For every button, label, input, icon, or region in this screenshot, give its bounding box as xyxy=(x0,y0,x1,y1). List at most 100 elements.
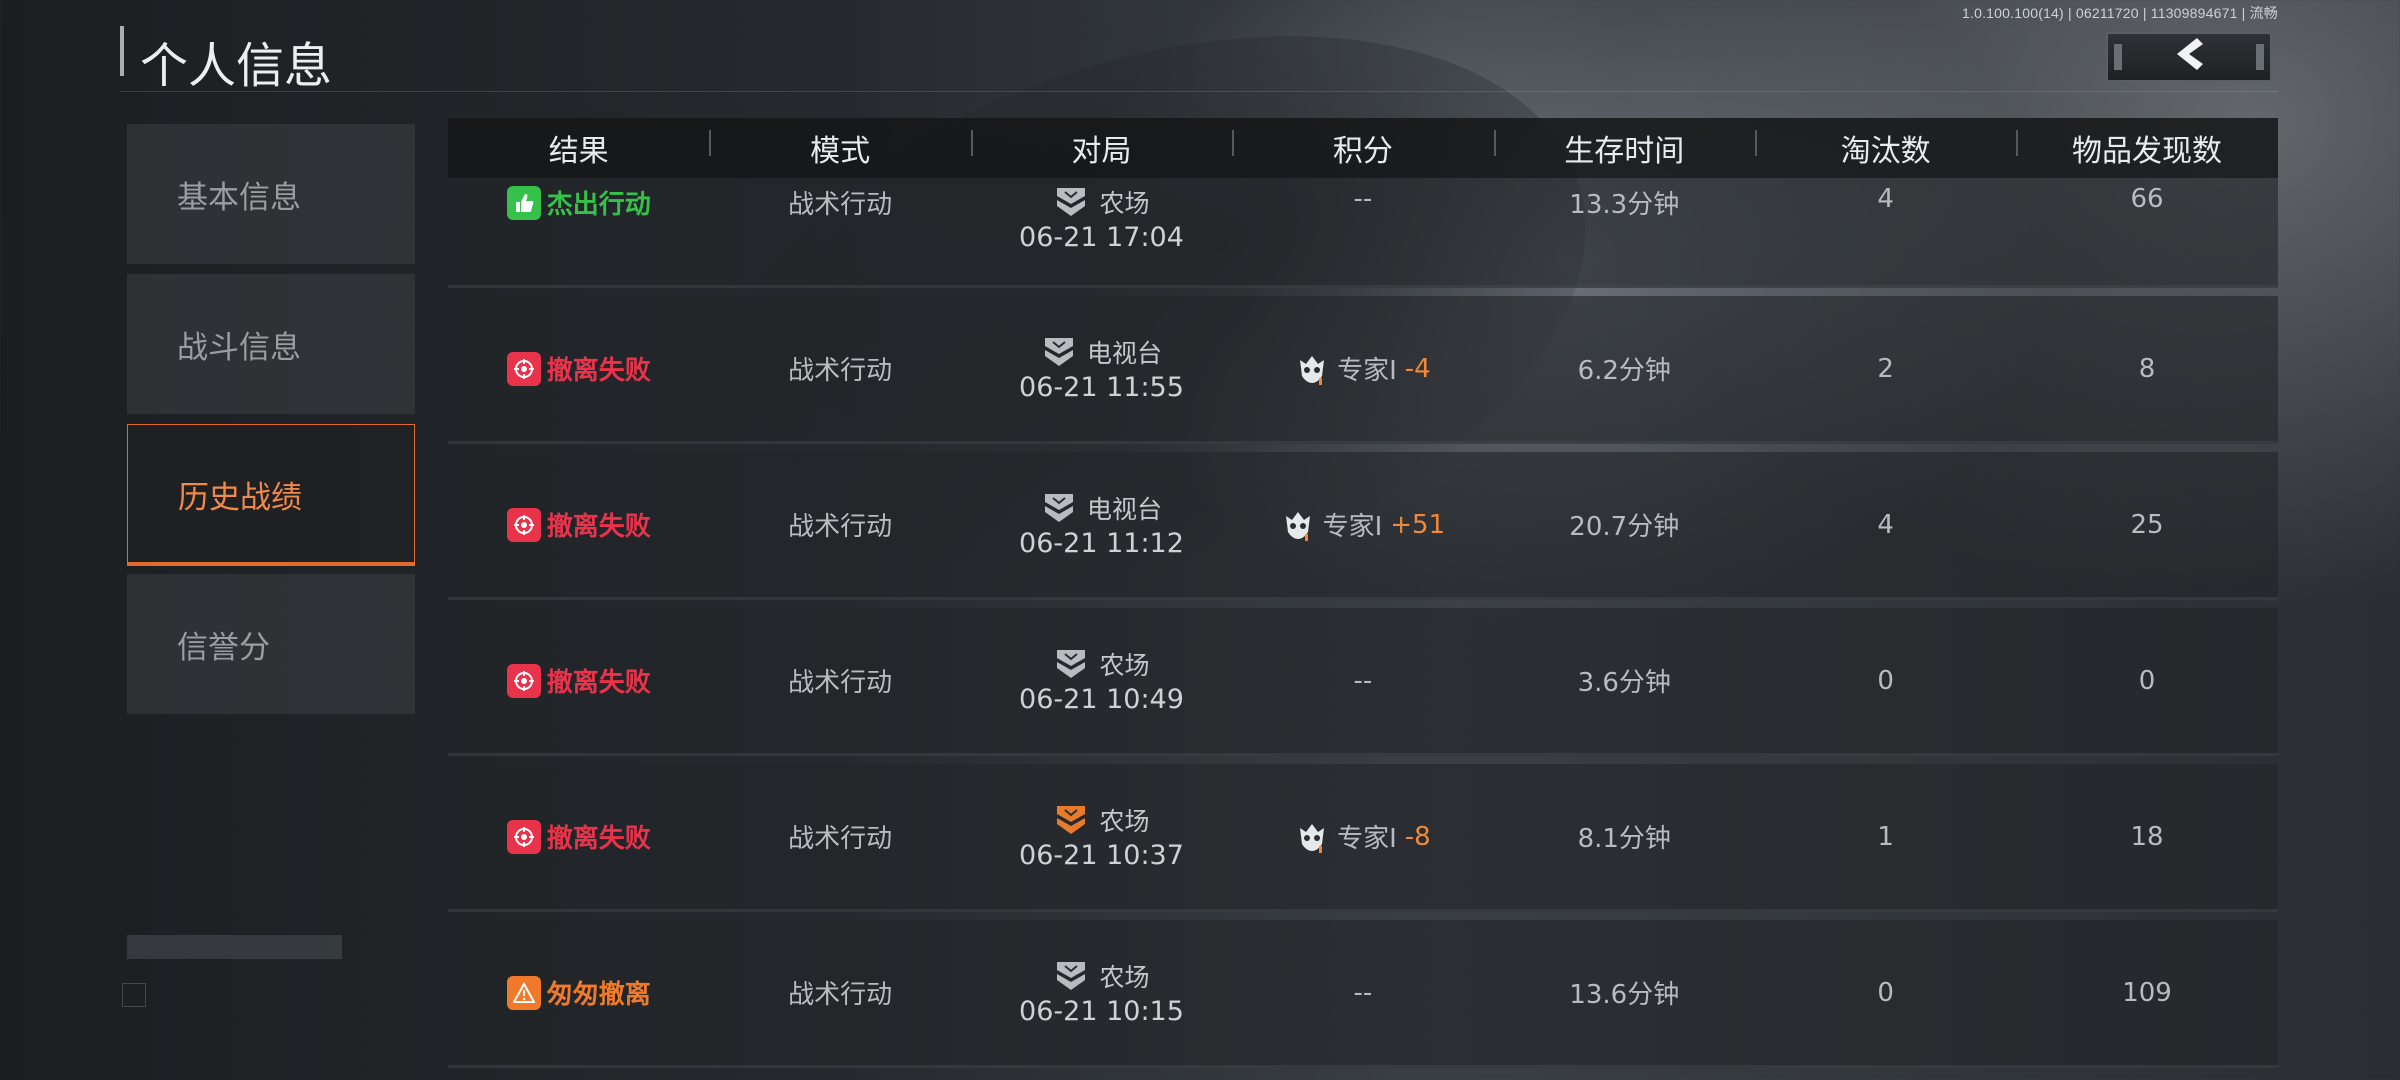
sidebar-item-credit-score[interactable]: 信誉分 xyxy=(127,574,415,714)
map-difficulty-icon xyxy=(1053,184,1089,220)
mode-cell: 战术行动 xyxy=(788,668,893,698)
sidebar-item-label: 基本信息 xyxy=(177,179,301,216)
score-column: 专家I +51 xyxy=(1232,506,1493,543)
mode-cell: 战术行动 xyxy=(788,824,893,854)
result-cell: 撤离失败 xyxy=(448,350,709,387)
column-header: 物品发现数 xyxy=(2016,126,2277,170)
survival-cell: 13.3分钟 xyxy=(1569,190,1680,220)
match-time: 06-21 10:15 xyxy=(1019,996,1184,1027)
table-row[interactable]: 撤离失败 战术行动 农场 06-21 10:37 专家I -8 8.1分钟 1 18 xyxy=(448,764,2278,912)
fail-icon xyxy=(506,663,541,698)
match-cell: 农场 06-21 10:15 xyxy=(971,958,1232,1027)
mode-cell: 战术行动 xyxy=(788,512,893,542)
kills-cell: 4 xyxy=(1877,509,1894,540)
sidebar-item-match-history[interactable]: 历史战绩 xyxy=(127,424,415,566)
items-cell: 18 xyxy=(2130,821,2164,852)
rank-mask-icon xyxy=(1295,352,1329,386)
survival-cell: 13.6分钟 xyxy=(1569,980,1680,1010)
items-cell: 66 xyxy=(2130,184,2164,214)
score-cell: -- xyxy=(1232,184,1493,214)
table-row[interactable]: 撤离失败 战术行动 电视台 06-21 11:12 专家I +51 20.7分钟 4 25 xyxy=(448,452,2278,600)
button-notch xyxy=(2256,44,2264,70)
survival-cell: 6.2分钟 xyxy=(1577,356,1671,386)
page-header: 个人信息 xyxy=(120,22,2278,94)
sidebar-item-basic-info[interactable]: 基本信息 xyxy=(127,124,415,264)
map-name: 电视台 xyxy=(1086,495,1162,524)
score-empty: -- xyxy=(1353,977,1373,1008)
score-delta: +51 xyxy=(1390,509,1446,540)
sidebar: 基本信息 战斗信息 历史战绩 信誉分 xyxy=(127,124,415,724)
score-column: 专家I -8 xyxy=(1232,818,1493,855)
map-name: 农场 xyxy=(1099,189,1150,218)
column-header: 积分 xyxy=(1232,126,1493,170)
result-label: 匆匆撤离 xyxy=(546,980,651,1010)
kills-cell: 2 xyxy=(1877,353,1894,384)
map-name: 农场 xyxy=(1099,807,1150,836)
page-title: 个人信息 xyxy=(140,38,333,94)
table-header: 结果 模式 对局 积分 生存时间 淘汰数 物品发现数 xyxy=(448,118,2278,178)
score-empty: -- xyxy=(1353,184,1373,214)
survival-cell: 8.1分钟 xyxy=(1577,824,1671,854)
score-column: -- xyxy=(1232,978,1493,1008)
column-header: 结果 xyxy=(548,134,609,169)
mode-cell: 战术行动 xyxy=(788,980,893,1010)
thumbs-up-icon xyxy=(506,185,541,220)
map-name: 农场 xyxy=(1099,963,1150,992)
score-cell: 专家I -8 xyxy=(1232,818,1493,855)
survival-cell: 3.6分钟 xyxy=(1577,668,1671,698)
result-cell: 撤离失败 xyxy=(448,818,709,855)
table-row[interactable]: 撤离失败 战术行动 电视台 06-21 11:55 专家I -4 6.2分钟 2 8 xyxy=(448,296,2278,444)
score-column: 专家I -4 xyxy=(1232,350,1493,387)
score-delta: -4 xyxy=(1404,353,1431,384)
warning-icon xyxy=(506,975,541,1010)
mode-cell: 战术行动 xyxy=(788,190,893,220)
match-cell: 农场 06-21 10:49 xyxy=(971,646,1232,715)
match-time: 06-21 11:12 xyxy=(1019,528,1184,559)
survival-cell: 20.7分钟 xyxy=(1569,512,1680,542)
faint-background-box xyxy=(122,983,146,1007)
result-label: 撤离失败 xyxy=(546,512,651,542)
match-time: 06-21 17:04 xyxy=(1019,222,1184,253)
items-cell: 109 xyxy=(2122,977,2172,1008)
kills-cell: 1 xyxy=(1877,821,1894,852)
fail-icon xyxy=(506,819,541,854)
table-row[interactable]: 匆匆撤离 战术行动 农场 06-21 10:15 -- 13.6分钟 0 109 xyxy=(448,920,2278,1068)
mode-cell: 战术行动 xyxy=(788,356,893,386)
map-difficulty-icon xyxy=(1053,646,1089,682)
score-cell: -- xyxy=(1232,978,1493,1008)
sidebar-item-label: 信誉分 xyxy=(177,629,270,666)
fail-icon xyxy=(506,351,541,386)
kills-cell: 0 xyxy=(1877,665,1894,696)
sidebar-item-combat-info[interactable]: 战斗信息 xyxy=(127,274,415,414)
match-cell: 电视台 06-21 11:55 xyxy=(971,334,1232,403)
match-time: 06-21 10:49 xyxy=(1019,684,1184,715)
score-column: -- xyxy=(1232,666,1493,696)
rank-label: 专家I xyxy=(1337,824,1397,854)
table-row[interactable]: 杰出行动 战术行动 农场 06-21 17:04 -- 13.3分钟 4 66 xyxy=(448,178,2278,288)
match-cell: 农场 06-21 17:04 xyxy=(971,184,1232,253)
score-cell: 专家I +51 xyxy=(1232,506,1493,543)
items-cell: 25 xyxy=(2130,509,2164,540)
button-notch xyxy=(2114,44,2122,70)
rank-label: 专家I xyxy=(1322,512,1383,542)
result-cell: 匆匆撤离 xyxy=(448,974,709,1011)
column-header: 淘汰数 xyxy=(1754,126,2016,170)
map-difficulty-icon xyxy=(1041,334,1077,370)
table-row[interactable]: 撤离失败 战术行动 农场 06-21 10:49 -- 3.6分钟 0 0 xyxy=(448,608,2278,756)
result-cell: 杰出行动 xyxy=(448,184,709,221)
table-body[interactable]: 杰出行动 战术行动 农场 06-21 17:04 -- 13.3分钟 4 66 撤离失败 战术行动… xyxy=(448,178,2278,1080)
version-info: 1.0.100.100(14) | 06211720 | 11309894671… xyxy=(1962,5,2278,21)
score-delta: -8 xyxy=(1404,821,1431,852)
chevron-left-icon xyxy=(2169,36,2209,79)
rank-mask-icon xyxy=(1281,508,1315,542)
map-name: 电视台 xyxy=(1086,339,1162,368)
map-name: 农场 xyxy=(1099,651,1150,680)
match-cell: 电视台 06-21 11:12 xyxy=(971,490,1232,559)
column-header: 生存时间 xyxy=(1493,126,1755,170)
sidebar-item-label: 战斗信息 xyxy=(177,329,301,366)
column-header: 模式 xyxy=(709,126,970,170)
rank-label: 专家I xyxy=(1337,356,1397,386)
score-column: -- xyxy=(1232,184,1493,214)
faint-background-bar xyxy=(127,935,342,959)
back-button[interactable] xyxy=(2106,32,2272,82)
